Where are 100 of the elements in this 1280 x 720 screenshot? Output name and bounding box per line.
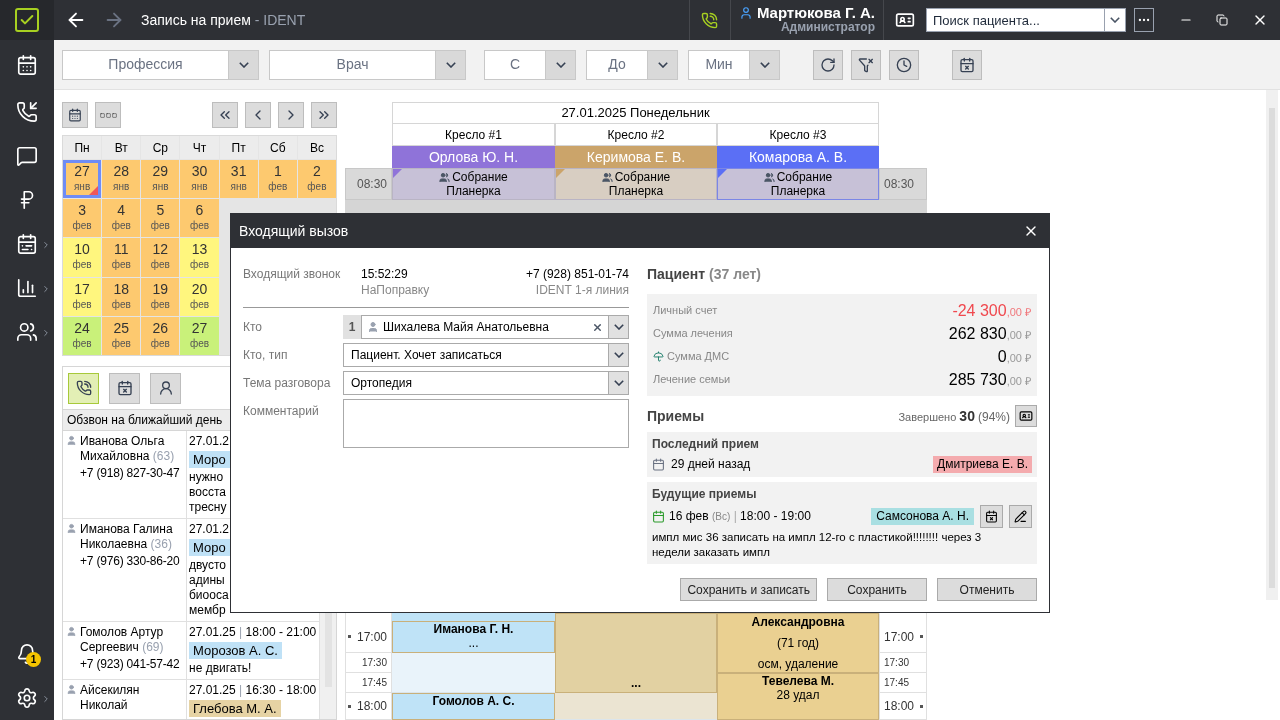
- filter-icon: [858, 56, 874, 73]
- filter-dropdown[interactable]: До: [586, 49, 678, 80]
- balance-amount: 285 730,00 ₽: [948, 369, 1031, 390]
- patient-name: Иманова Галина Николаевна (36): [80, 522, 174, 552]
- call-note: двусто адины биооса мембр: [189, 558, 229, 618]
- calendar-day[interactable]: 18 фев: [102, 277, 141, 316]
- weekday-label: Пн: [63, 136, 102, 159]
- calendar-day[interactable]: 26 фев: [141, 316, 180, 355]
- calendar-icon: [16, 233, 38, 255]
- weekday-label: Чт: [180, 136, 219, 159]
- caller-phone: +7 (928) 851-01-74: [525, 266, 629, 282]
- person-icon: [367, 321, 379, 333]
- dialog-button[interactable]: Сохранить и записать: [680, 578, 817, 601]
- appointment-block[interactable]: Гомолов А. С.: [392, 693, 555, 720]
- filter-dropdown[interactable]: С: [484, 49, 576, 80]
- sidebar-item[interactable]: 1: [0, 632, 54, 676]
- toolbar-button[interactable]: [952, 49, 982, 80]
- appointment-block[interactable]: Александровна (71 год) осм, удаление: [717, 613, 879, 673]
- patient-card-button[interactable]: [1015, 405, 1037, 427]
- filter-dropdown[interactable]: Профессия: [62, 49, 259, 80]
- balance-label: Сумма лечения: [653, 326, 733, 342]
- balance-amount: -24 300,00 ₽: [952, 300, 1031, 321]
- calendar-day[interactable]: 27 янв: [63, 160, 102, 199]
- card-icon: [895, 10, 915, 30]
- calendar-day[interactable]: 3 фев: [63, 199, 102, 238]
- balance-amount: 0,00 ₽: [997, 346, 1031, 367]
- calendar-day[interactable]: 12 фев: [141, 238, 180, 277]
- call-list-tab[interactable]: [109, 372, 140, 404]
- calendar-day[interactable]: 29 янв: [141, 160, 180, 199]
- calendar-day[interactable]: 30 янв: [180, 160, 219, 199]
- dialog-button[interactable]: Отменить: [937, 578, 1037, 601]
- calendar-day[interactable]: 4 фев: [102, 199, 141, 238]
- phone-number: +7 (923) 041-57-42: [80, 657, 181, 672]
- meeting-event[interactable]: Собрание Планерка: [555, 168, 717, 200]
- clear-icon: [592, 321, 603, 333]
- filter-dropdown[interactable]: Мин: [688, 49, 780, 80]
- edit-visit-button[interactable]: [1009, 504, 1032, 528]
- toolbar-button[interactable]: [889, 49, 919, 80]
- today-button[interactable]: [62, 102, 88, 128]
- calendar-day[interactable]: 1 фев: [258, 160, 297, 199]
- select-field[interactable]: Ортопедия: [343, 371, 629, 395]
- comment-field[interactable]: [343, 399, 629, 448]
- person-icon: [66, 626, 77, 637]
- chevron-icon: [41, 284, 51, 294]
- person-icon: [66, 523, 77, 534]
- calendar-day[interactable]: 11 фев: [102, 238, 141, 277]
- patient-name: Иванова Ольга Михайловна (63): [80, 434, 176, 464]
- calendar-day[interactable]: 13 фев: [180, 238, 219, 277]
- previous-month-button[interactable]: [212, 102, 238, 128]
- call-source: НаПоправку: [361, 282, 430, 298]
- weekday-label: Вс: [297, 136, 336, 159]
- call-list-row[interactable]: Айсекилян Николай 27.01.25 | 16:30 - 18:00 Глебова М. А.: [63, 680, 319, 719]
- calendar-day[interactable]: 27 фев: [180, 316, 219, 355]
- calendar-day[interactable]: 2 фев: [297, 160, 336, 199]
- calendar-day[interactable]: 25 фев: [102, 316, 141, 355]
- patient-name: Гомолов Артур Сергеевич (69): [80, 625, 165, 655]
- clock-icon: [896, 56, 912, 73]
- dialog-title: Входящий вызов: [239, 221, 349, 241]
- meeting-event[interactable]: Собрание Планерка: [717, 168, 879, 200]
- call-list-row[interactable]: Гомолов Артур Сергеевич (69) +7 (923) 041-57-42 27.01.25 | 18:00 - 21:00 Морозов А. С. не двигать!: [63, 622, 319, 680]
- time-label: 08:30: [879, 168, 927, 200]
- dialog-button[interactable]: Сохранить: [827, 578, 927, 601]
- card-icon: [1019, 409, 1033, 423]
- more-button[interactable]: [1134, 8, 1154, 32]
- call-list-tab[interactable]: [68, 372, 99, 404]
- appointment-block[interactable]: Иманова Г. Н. ...: [392, 621, 555, 653]
- patient-search-field[interactable]: Поиск пациента...: [926, 8, 1104, 32]
- calendar-day[interactable]: 28 янв: [102, 160, 141, 199]
- toolbar-button[interactable]: [851, 49, 881, 80]
- calendar-day[interactable]: 20 фев: [180, 277, 219, 316]
- notification-badge: 1: [26, 652, 41, 667]
- toolbar-button[interactable]: [813, 49, 843, 80]
- calendar-day[interactable]: 5 фев: [141, 199, 180, 238]
- calendar-day[interactable]: 24 фев: [63, 316, 102, 355]
- call-list-tab[interactable]: [150, 372, 181, 404]
- filter-dropdown[interactable]: Врач: [269, 49, 466, 80]
- appointment-block[interactable]: Тевелева М. 28 удал: [717, 673, 879, 720]
- appointment-block[interactable]: ...: [555, 613, 717, 693]
- next-month-button[interactable]: [311, 102, 337, 128]
- patient-name: Айсекилян Николай: [80, 683, 141, 713]
- calendar-day[interactable]: 6 фев: [180, 199, 219, 238]
- patient-count: 1: [343, 315, 361, 339]
- field-label: Комментарий: [243, 403, 320, 420]
- calendar-day[interactable]: 10 фев: [63, 238, 102, 277]
- corner-marker: [393, 169, 402, 178]
- schedule-date: 27.01.2025 Понедельник: [392, 102, 879, 124]
- logo-icon[interactable]: [15, 8, 39, 32]
- meeting-event[interactable]: Собрание Планерка: [392, 168, 555, 200]
- cancel-visit-button[interactable]: [980, 504, 1003, 528]
- chevron-icon: [41, 694, 51, 704]
- doctor-tag: Самсонова А. Н.: [871, 507, 974, 525]
- select-field[interactable]: Пациент. Хочет записаться: [343, 343, 629, 367]
- search-dropdown-button[interactable]: [1104, 8, 1126, 32]
- calendar-day[interactable]: 17 фев: [63, 277, 102, 316]
- visit-note: импл мис 36 записать на импл 12-го с пластикой!!!!!!!! через 3 недели заказать импл: [652, 530, 983, 560]
- calendar-day[interactable]: 19 фев: [141, 277, 180, 316]
- dots-icon: [99, 112, 117, 118]
- people-icon: [16, 321, 38, 343]
- calendar-day[interactable]: 31 янв: [219, 160, 258, 199]
- patient-select[interactable]: Шихалева Майя Анатольевна: [361, 315, 629, 339]
